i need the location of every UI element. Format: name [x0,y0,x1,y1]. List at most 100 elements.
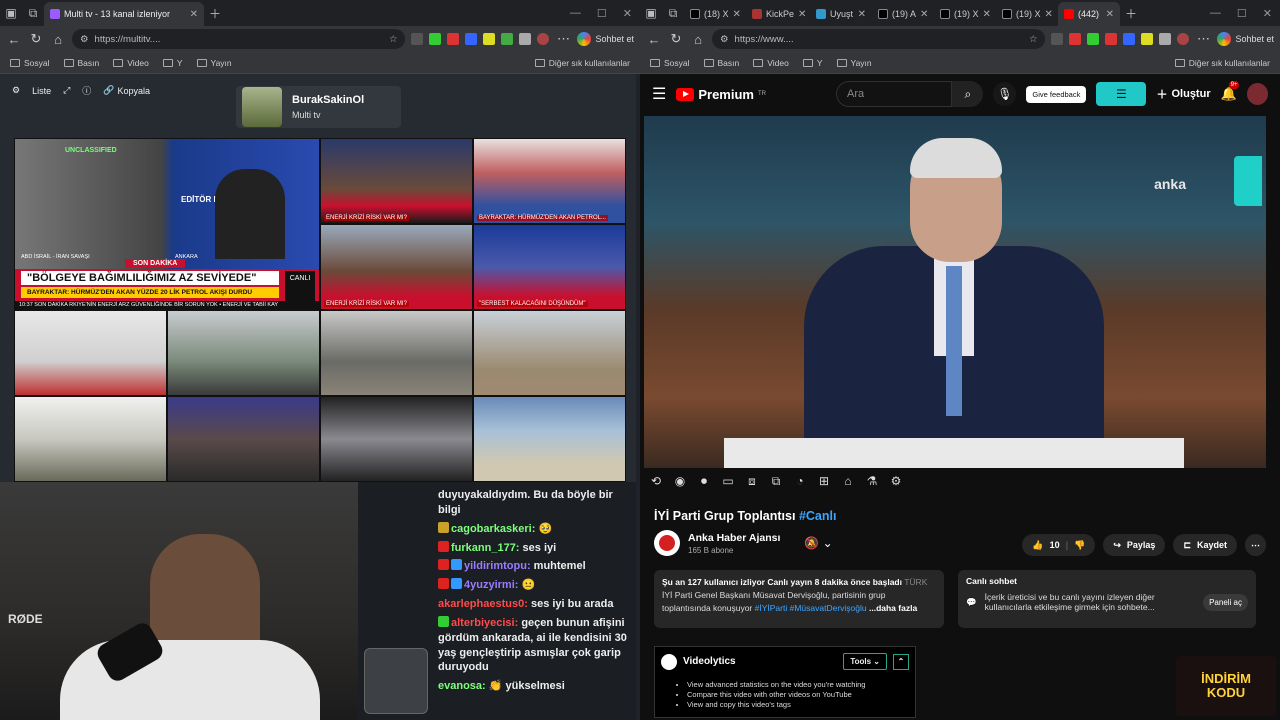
subscription-bell-icon[interactable]: 🔕 ⌄ [804,536,832,550]
clip-icon[interactable]: ▭ [720,474,736,489]
profile-avatar[interactable] [537,33,550,45]
extension-icon[interactable] [1141,33,1154,45]
side-extension-button[interactable] [1234,156,1262,206]
video-description[interactable]: Şu an 127 kullanıcı izliyor Canlı yayın … [654,570,944,628]
bookmark-folder[interactable]: Basın [63,58,99,68]
extension-icon[interactable] [465,33,478,45]
new-tab-icon[interactable]: ＋ [1120,2,1142,24]
save-button[interactable]: ⊏ Kaydet [1173,534,1237,556]
channel-tile[interactable] [14,310,167,396]
close-tab-icon[interactable]: ✕ [1045,9,1053,20]
settings-icon[interactable]: ⚙ [888,474,904,489]
like-dislike-button[interactable]: 👍 10 | 👎 [1022,534,1096,556]
home-icon[interactable]: ⌂ [690,32,706,47]
tab-news[interactable]: Uyuşt ✕ [810,2,872,26]
create-button[interactable]: ＋ Oluştur [1156,86,1210,102]
more-menu-icon[interactable]: ⋯ [1195,31,1211,47]
loop-icon[interactable]: ⟲ [648,474,664,489]
reload-icon[interactable]: ↻ [668,31,684,47]
frame-icon[interactable]: ⊞ [816,474,832,489]
bookmark-folder[interactable]: Sosyal [10,58,50,68]
back-icon[interactable]: ← [646,32,662,47]
workspaces-icon[interactable]: ⧉ [662,2,684,24]
tab-x[interactable]: (19) X ✕ [934,2,996,26]
home-icon[interactable]: ⌂ [50,32,66,47]
workspaces-icon[interactable]: ⧉ [22,2,44,24]
channel-tile[interactable] [167,396,320,482]
open-panel-button[interactable]: Paneli aç [1203,593,1248,611]
screenshot-icon[interactable]: ⧈ [744,474,760,489]
site-info-icon[interactable]: ⚙ [80,34,89,45]
extension-icon[interactable] [429,33,442,45]
extension-icon[interactable] [1051,33,1064,45]
tab-youtube[interactable]: (442) ✕ [1058,2,1120,26]
tab-multitv[interactable]: Multi tv - 13 kanal izleniyor ✕ [44,2,204,26]
maximize-icon[interactable]: ☐ [597,7,607,20]
camera-icon[interactable]: ⌂ [840,474,856,489]
voice-search-icon[interactable]: 🎙 [993,82,1017,106]
close-tab-icon[interactable]: ✕ [190,9,198,20]
share-button[interactable]: ↪ Paylaş [1103,534,1166,556]
maximize-icon[interactable]: ☐ [1237,7,1247,20]
bookmark-folder[interactable]: Video [113,58,149,68]
favorite-star-icon[interactable]: ☆ [1029,34,1038,45]
close-tab-icon[interactable]: ✕ [798,9,806,20]
info-icon[interactable]: ⓘ [82,84,91,97]
copilot-button[interactable]: Sohbet et [577,32,634,46]
collapse-icon[interactable]: ⌃ [893,653,909,670]
video-player[interactable]: anka [644,116,1266,468]
extension-icon[interactable] [411,33,424,45]
user-card[interactable]: BurakSakinOl Multi tv [236,86,401,128]
notifications-bell-icon[interactable]: 🔔 9+ [1221,81,1240,102]
kopyala-button[interactable]: 🔗 Kopyala [103,85,150,96]
channel-tile[interactable]: ENERJİ KRİZİ RİSKİ VAR MI? [320,224,473,310]
bookmark-folder[interactable]: Yayın [836,58,872,68]
new-tab-icon[interactable]: ＋ [204,2,226,24]
description-hashtags[interactable]: #İYİParti #MüsavatDervişoğlu [755,603,867,613]
tools-dropdown[interactable]: Tools ⌄ [843,653,887,670]
profile-avatar[interactable] [1177,33,1190,45]
record-icon[interactable]: ⏺ [696,474,712,489]
close-tab-icon[interactable]: ✕ [858,9,866,20]
channel-tile[interactable]: "SERBEST KALACAĞINI DÜŞÜNDÜM" [473,224,626,310]
copilot-button[interactable]: Sohbet et [1217,32,1274,46]
extension-icon[interactable] [447,33,460,45]
bookmark-folder[interactable]: Y [162,58,183,68]
bookmark-folder[interactable]: Basın [703,58,739,68]
close-window-icon[interactable]: ✕ [1263,7,1272,20]
bookmark-folder[interactable]: Y [802,58,823,68]
liste-button[interactable]: Liste [32,86,51,96]
minimize-icon[interactable]: — [570,7,581,20]
bookmark-folder[interactable]: Sosyal [650,58,690,68]
tab-actions-icon[interactable]: ▣ [640,2,662,24]
tab-x[interactable]: (19) A ✕ [872,2,934,26]
search-button[interactable]: ⌕ [952,81,984,107]
channel-tile[interactable] [320,310,473,396]
give-feedback-button[interactable]: Give feedback [1026,85,1087,103]
other-bookmarks[interactable]: Diğer sık kullanılanlar [534,58,630,68]
close-tab-icon[interactable]: ✕ [920,9,928,20]
tab-x[interactable]: (19) X ✕ [996,2,1058,26]
back-icon[interactable]: ← [6,32,22,47]
settings-icon[interactable]: ⚙ [12,85,20,96]
extension-icon[interactable] [1069,33,1082,45]
hamburger-menu-icon[interactable]: ☰ [652,84,666,104]
bookmark-folder[interactable]: Video [753,58,789,68]
channel-avatar[interactable] [654,530,680,556]
fullscreen-icon[interactable]: ⤢ [63,85,70,96]
close-tab-icon[interactable]: ✕ [1106,9,1114,20]
extension-menu-button[interactable]: ☰ [1096,82,1147,106]
channel-tile[interactable] [320,396,473,482]
tab-actions-icon[interactable]: ▣ [0,2,22,24]
search-input[interactable]: Ara [835,81,953,107]
channel-tile[interactable] [14,396,167,482]
more-actions-icon[interactable]: ⋯ [1245,534,1266,556]
close-tab-icon[interactable]: ✕ [733,9,741,20]
channel-tile[interactable]: BAYRAKTAR: HÜRMÜZ'DEN AKAN PETROL... [473,138,626,224]
close-tab-icon[interactable]: ✕ [983,9,991,20]
extension-icon[interactable] [1123,33,1136,45]
extension-icon[interactable] [501,33,514,45]
more-menu-icon[interactable]: ⋯ [555,31,571,47]
site-info-icon[interactable]: ⚙ [720,34,729,45]
close-window-icon[interactable]: ✕ [623,7,632,20]
